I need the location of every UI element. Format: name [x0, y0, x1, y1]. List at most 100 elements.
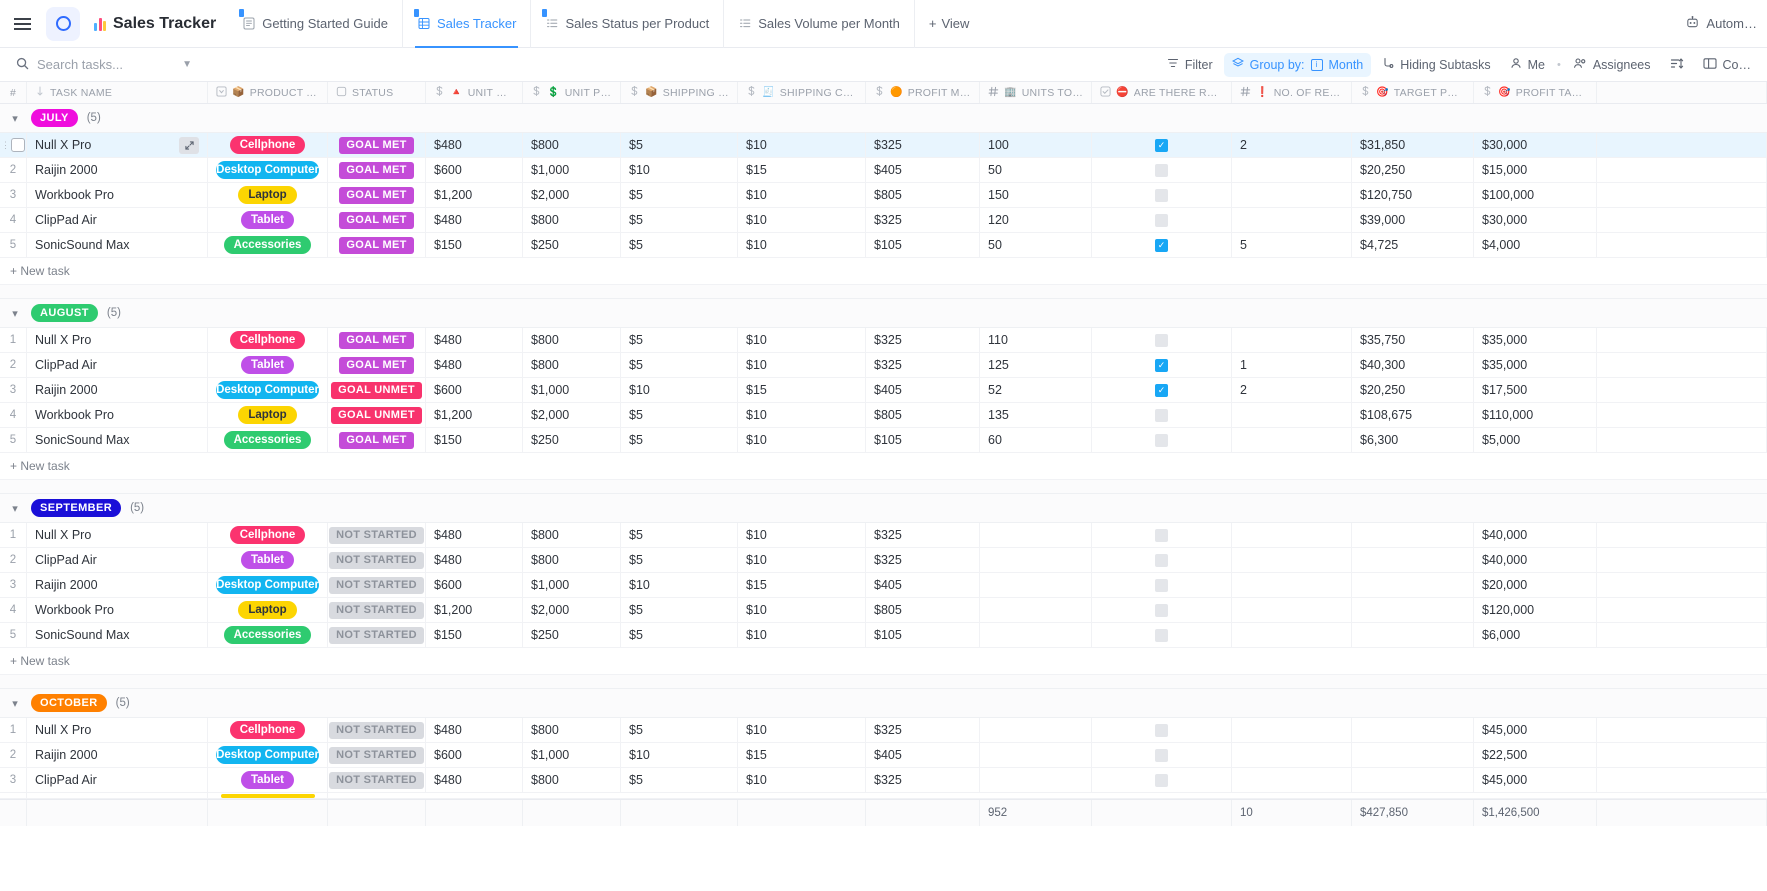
cell-ucost[interactable]: $600 [426, 378, 523, 402]
status-badge[interactable]: NOT STARTED [329, 577, 424, 594]
column-header-ship[interactable]: 📦SHIPPING COST [621, 82, 738, 103]
returns-checkbox[interactable] [1155, 334, 1168, 347]
cell-ship[interactable]: $10 [621, 378, 738, 402]
cell-tprof[interactable]: $20,250 [1352, 158, 1474, 182]
cell-product-type[interactable]: Tablet [208, 768, 328, 792]
cell-tprof[interactable] [1352, 743, 1474, 767]
cell-noret[interactable]: 2 [1232, 133, 1352, 157]
cell-ptarg[interactable]: $20,000 [1474, 573, 1597, 597]
tab-getting-started-guide[interactable]: Getting Started Guide [228, 0, 402, 48]
cell-ucost[interactable]: $1,200 [426, 183, 523, 207]
cell-product-type[interactable]: Cellphone [208, 523, 328, 547]
cell-product-type[interactable]: Desktop Computer [208, 573, 328, 597]
cell-units[interactable] [980, 718, 1092, 742]
cell-uprice[interactable]: $800 [523, 548, 621, 572]
cell-uprice[interactable]: $250 [523, 428, 621, 452]
product-type-tag[interactable]: Accessories [224, 236, 312, 254]
cell-schg[interactable]: $10 [738, 183, 866, 207]
cell-task-name[interactable]: Null X Pro [27, 718, 208, 742]
cell-tprof[interactable] [1352, 623, 1474, 647]
cell-schg[interactable]: $15 [738, 378, 866, 402]
product-type-tag[interactable]: Tablet [241, 551, 294, 569]
cell-units[interactable]: 50 [980, 158, 1092, 182]
returns-checkbox[interactable] [1155, 554, 1168, 567]
column-header-ucost[interactable]: 🔺UNIT COST [426, 82, 523, 103]
cell-margin[interactable]: $325 [866, 208, 980, 232]
cell-noret[interactable] [1232, 183, 1352, 207]
cell-uprice[interactable]: $800 [523, 208, 621, 232]
status-badge[interactable]: GOAL MET [339, 162, 413, 179]
table-row[interactable]: ⋮Null X ProCellphoneGOAL MET$480$800$5$1… [0, 133, 1767, 158]
table-row[interactable]: 5SonicSound MaxAccessoriesNOT STARTED$15… [0, 623, 1767, 648]
cell-product-type[interactable]: Tablet [208, 353, 328, 377]
cell-task-name[interactable]: SonicSound Max [27, 233, 208, 257]
cell-units[interactable]: 150 [980, 183, 1092, 207]
cell-status[interactable]: GOAL MET [328, 133, 426, 157]
product-type-tag[interactable]: Desktop Computer [216, 576, 319, 594]
column-header-uprice[interactable]: 💲UNIT PRICE [523, 82, 621, 103]
cell-noret[interactable]: 2 [1232, 378, 1352, 402]
chevron-down-icon[interactable]: ▼ [182, 59, 192, 70]
cell-task[interactable] [27, 793, 208, 799]
cell-task-name[interactable]: ClipPad Air [27, 768, 208, 792]
cell-units[interactable]: 52 [980, 378, 1092, 402]
returns-checkbox[interactable] [1155, 604, 1168, 617]
cell-status[interactable]: GOAL UNMET [328, 378, 426, 402]
cell-schg[interactable]: $15 [738, 158, 866, 182]
cell-ship[interactable]: $10 [621, 743, 738, 767]
cell-are-there-returns[interactable]: ✓ [1092, 353, 1232, 377]
group-badge[interactable]: JULY [31, 109, 78, 127]
column-header-units[interactable]: 🏢UNITS TO B… [980, 82, 1092, 103]
cell-product-type[interactable]: Laptop [208, 183, 328, 207]
cell-margin[interactable]: $805 [866, 403, 980, 427]
table-scroll-area[interactable]: #TASK NAME📦PRODUCT TYPESTATUS🔺UNIT COST💲… [0, 82, 1767, 891]
cell-noret[interactable] [1232, 428, 1352, 452]
cell-num[interactable]: 2 [0, 743, 27, 767]
product-type-tag[interactable]: Laptop [238, 601, 296, 619]
footer-cell-ship[interactable] [621, 800, 738, 826]
cell-ucost[interactable]: $480 [426, 718, 523, 742]
footer-cell-return[interactable] [1092, 800, 1232, 826]
cell-uprice[interactable]: $250 [523, 623, 621, 647]
returns-checkbox[interactable] [1155, 164, 1168, 177]
cell-uprice[interactable]: $800 [523, 328, 621, 352]
cell-noret[interactable] [1232, 158, 1352, 182]
me-filter-button[interactable]: Me [1502, 53, 1553, 77]
cell-uprice[interactable]: $2,000 [523, 183, 621, 207]
cell-product-type[interactable]: Cellphone [208, 133, 328, 157]
product-type-tag[interactable]: Tablet [241, 356, 294, 374]
cell-ptarg[interactable]: $45,000 [1474, 718, 1597, 742]
cell-are-there-returns[interactable]: ✓ [1092, 233, 1232, 257]
status-badge[interactable]: NOT STARTED [329, 747, 424, 764]
cell-task-name[interactable]: Raijin 2000 [27, 378, 208, 402]
cell-task-name[interactable]: ClipPad Air [27, 353, 208, 377]
cell-units[interactable]: 100 [980, 133, 1092, 157]
cell-ucost[interactable]: $480 [426, 328, 523, 352]
new-task-button[interactable]: + New task [0, 258, 1767, 285]
cell-ucost[interactable]: $150 [426, 428, 523, 452]
cell-ship[interactable]: $10 [621, 158, 738, 182]
cell-status[interactable]: GOAL MET [328, 328, 426, 352]
returns-checkbox[interactable]: ✓ [1155, 359, 1168, 372]
cell-tprof[interactable]: $108,675 [1352, 403, 1474, 427]
cell-uprice[interactable]: $800 [523, 133, 621, 157]
cell-schg[interactable]: $15 [738, 573, 866, 597]
sort-button[interactable] [1662, 53, 1692, 77]
column-header-num[interactable]: # [0, 82, 27, 103]
table-row[interactable]: 3ClipPad AirTabletNOT STARTED$480$800$5$… [0, 768, 1767, 793]
cell-are-there-returns[interactable] [1092, 743, 1232, 767]
cell-units[interactable] [980, 768, 1092, 792]
cell-margin[interactable]: $405 [866, 158, 980, 182]
cell-units[interactable] [980, 623, 1092, 647]
cell-num[interactable]: 1 [0, 328, 27, 352]
drag-handle-icon[interactable]: ⋮ [1, 141, 9, 150]
returns-checkbox[interactable] [1155, 529, 1168, 542]
product-type-tag[interactable]: Tablet [241, 211, 294, 229]
cell-status[interactable]: NOT STARTED [328, 598, 426, 622]
cell-ucost[interactable]: $480 [426, 548, 523, 572]
cell-num[interactable]: 2 [0, 548, 27, 572]
cell-schg[interactable]: $10 [738, 598, 866, 622]
cell-product-type[interactable]: Desktop Computer [208, 378, 328, 402]
cell-product-type[interactable]: Accessories [208, 623, 328, 647]
cell-units[interactable] [980, 523, 1092, 547]
